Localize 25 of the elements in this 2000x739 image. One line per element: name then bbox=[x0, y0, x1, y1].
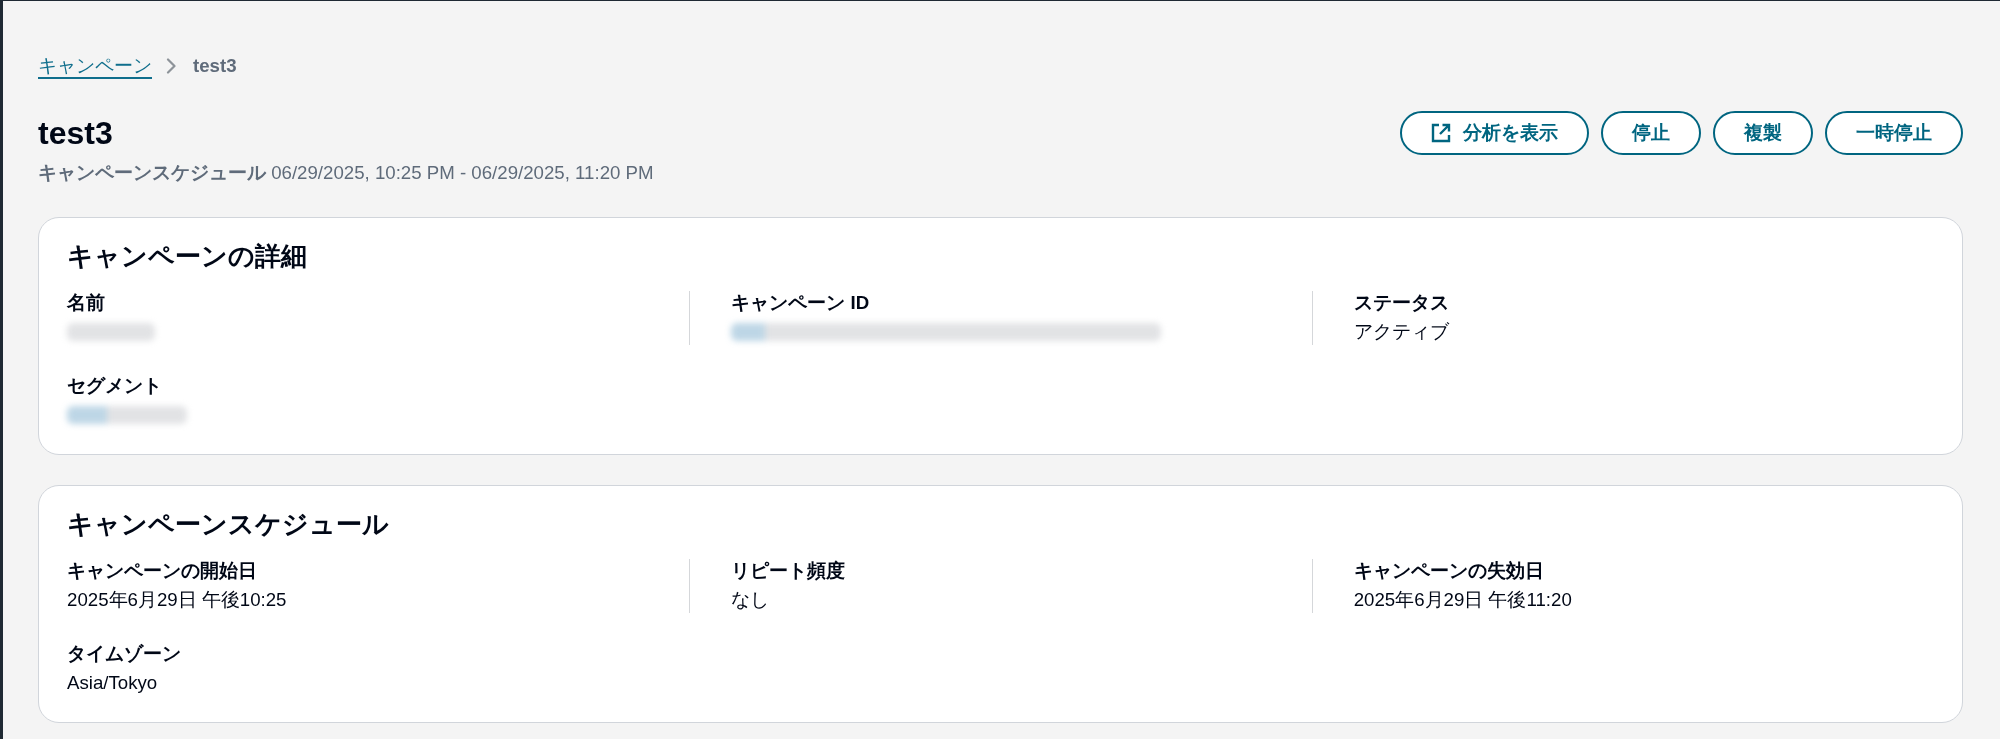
field-label: ステータス bbox=[1353, 291, 1449, 315]
chevron-right-icon bbox=[166, 58, 176, 74]
card-title: キャンペーンの詳細 bbox=[67, 240, 307, 272]
schedule-summary: キャンペーンスケジュール 06/29/2025, 10:25 PM - 06/29/2025, 11:20 PM bbox=[38, 161, 654, 185]
field-value: 2025年6月29日 午後10:25 bbox=[67, 588, 287, 612]
external-link-icon bbox=[1431, 123, 1451, 143]
action-button[interactable]: 停止 bbox=[1601, 111, 1701, 155]
card-title: キャンペーンスケジュール bbox=[67, 508, 389, 540]
field-value: なし bbox=[731, 588, 770, 612]
field-label: キャンペーンの開始日 bbox=[67, 559, 257, 583]
field-label: キャンペーン ID bbox=[731, 291, 870, 315]
breadcrumb-current: test3 bbox=[193, 54, 237, 78]
field-label: キャンペーンの失効日 bbox=[1353, 559, 1544, 583]
breadcrumb-link[interactable]: キャンペーン bbox=[38, 54, 152, 78]
field-value: アクティブ bbox=[1353, 320, 1449, 344]
field-label: 名前 bbox=[67, 291, 105, 315]
field-value: 2025年6月29日 午後11:20 bbox=[1353, 588, 1572, 612]
action-button[interactable]: 分析を表示 bbox=[1400, 111, 1589, 155]
field-label: タイムゾーン bbox=[67, 642, 181, 666]
field-value: Asia/Tokyo bbox=[67, 671, 158, 695]
action-button[interactable]: 一時停止 bbox=[1825, 111, 1963, 155]
field-label: リピート頻度 bbox=[731, 559, 846, 583]
page-title: test3 bbox=[38, 114, 113, 153]
action-button[interactable]: 複製 bbox=[1713, 111, 1813, 155]
field-label: セグメント bbox=[67, 374, 162, 398]
